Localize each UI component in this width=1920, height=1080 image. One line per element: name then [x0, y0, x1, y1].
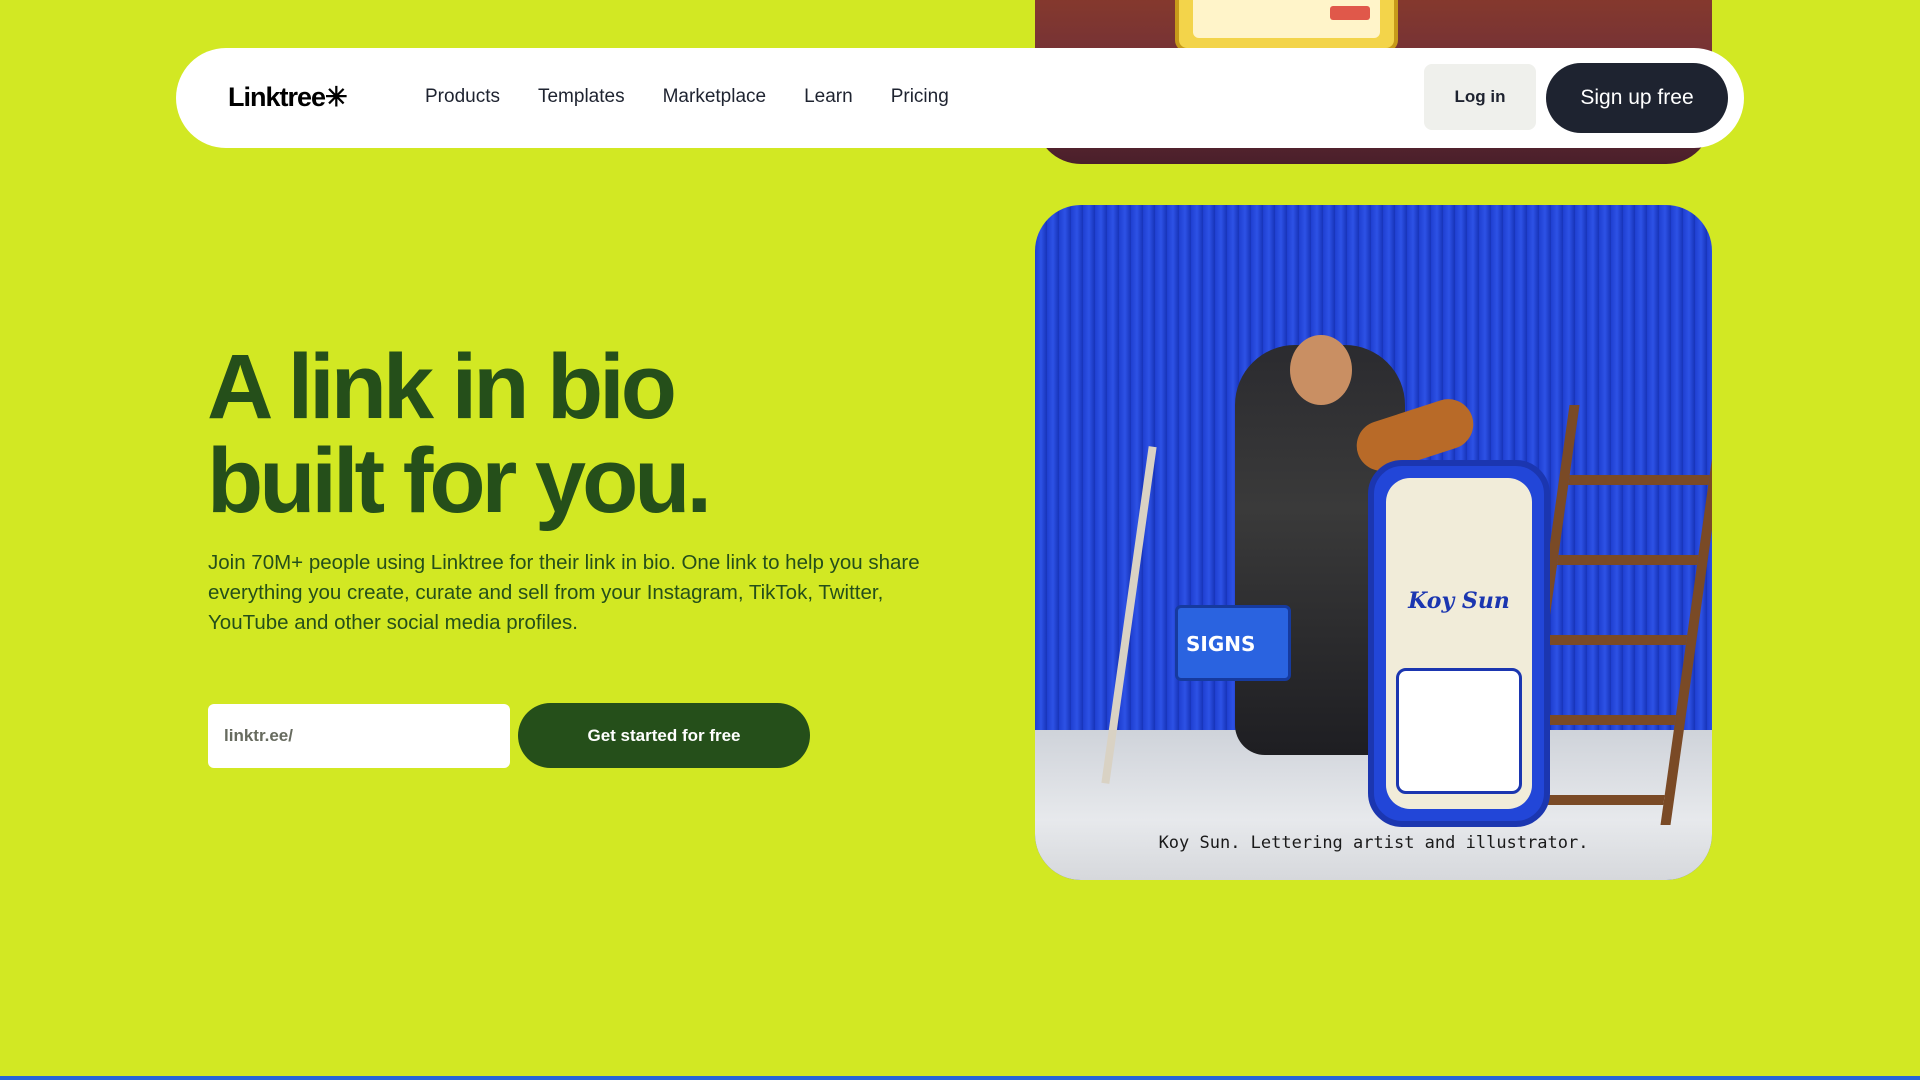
login-button[interactable]: Log in: [1424, 64, 1536, 130]
ticket-graphic: [1175, 0, 1398, 52]
get-started-button[interactable]: Get started for free: [518, 703, 810, 768]
basket: SIGNS: [1175, 605, 1291, 681]
nav-products[interactable]: Products: [425, 86, 500, 108]
nav-pricing[interactable]: Pricing: [891, 86, 949, 108]
basket-label: SIGNS: [1186, 632, 1256, 656]
phone-profile-name: Koy Sun: [1408, 588, 1510, 614]
nav-templates[interactable]: Templates: [538, 86, 625, 108]
hero-subtitle: Join 70M+ people using Linktree for thei…: [208, 551, 920, 634]
hero-title-line1: A link in bio: [207, 336, 677, 438]
linktree-logo[interactable]: Linktree✳: [228, 82, 348, 113]
phone-prop: Koy Sun: [1368, 460, 1550, 827]
signup-button[interactable]: Sign up free: [1546, 63, 1728, 133]
nav-links: Products Templates Marketplace Learn Pri…: [425, 86, 987, 108]
navbar: Linktree✳ Products Templates Marketplace…: [176, 48, 1744, 148]
nav-learn[interactable]: Learn: [804, 86, 853, 108]
image-caption: Koy Sun. Lettering artist and illustrato…: [1158, 833, 1589, 853]
username-input[interactable]: [208, 704, 510, 768]
hero-image: SIGNS Koy Sun Koy Sun. Lettering artist …: [1035, 205, 1712, 880]
tickets-badge: [1330, 6, 1370, 20]
bottom-divider: [0, 1076, 1920, 1080]
hero-title-line2: built for you.: [207, 430, 712, 532]
phone-screen: Koy Sun: [1386, 478, 1532, 809]
person-head: [1290, 335, 1352, 405]
hero-title: A link in bio built for you.: [207, 340, 907, 528]
nav-marketplace[interactable]: Marketplace: [663, 86, 767, 108]
phone-card: [1396, 668, 1522, 794]
